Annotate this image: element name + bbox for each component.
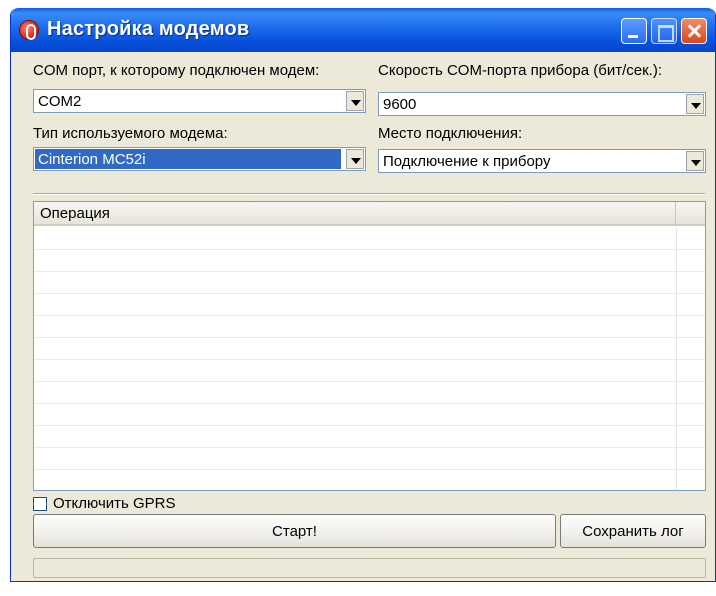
chevron-down-icon[interactable] (686, 151, 704, 171)
connection-place-label: Место подключения: (378, 125, 523, 142)
start-button[interactable]: Старт! (33, 514, 556, 548)
connection-place-value: Подключение к прибору (383, 153, 551, 170)
modem-app-icon (19, 20, 39, 40)
operations-log-list[interactable]: Операция (33, 201, 706, 491)
column-header-extra[interactable] (676, 202, 705, 226)
com-speed-value: 9600 (383, 96, 417, 113)
modem-type-value: Cinterion MC52i (35, 149, 341, 169)
connection-place-select[interactable]: Подключение к прибору (378, 149, 706, 173)
column-header-operation[interactable]: Операция (34, 202, 676, 226)
com-port-label: COM порт, к которому подключен модем: (33, 62, 320, 79)
log-rows (34, 228, 705, 490)
modem-type-select[interactable]: Cinterion MC52i (33, 147, 366, 171)
divider (33, 193, 705, 195)
disable-gprs-checkbox[interactable] (33, 497, 47, 511)
close-icon[interactable] (681, 18, 707, 44)
column-header-operation-label: Операция (40, 205, 110, 222)
log-header: Операция (34, 202, 705, 226)
chevron-down-icon[interactable] (346, 149, 364, 169)
save-log-button[interactable]: Сохранить лог (560, 514, 706, 548)
disable-gprs-label[interactable]: Отключить GPRS (53, 495, 176, 512)
minimize-icon[interactable] (621, 18, 647, 44)
chevron-down-icon[interactable] (346, 91, 364, 111)
com-port-select[interactable]: COM2 (33, 89, 366, 113)
com-port-value: COM2 (38, 93, 82, 110)
window-title: Настройка модемов (47, 18, 250, 40)
title-bar[interactable]: Настройка модемов (11, 8, 715, 52)
modem-type-label: Тип используемого модема: (33, 125, 228, 142)
chevron-down-icon[interactable] (686, 94, 704, 114)
modem-settings-window: Настройка модемов COM порт, к которому п… (10, 8, 716, 582)
maximize-icon[interactable] (651, 18, 677, 44)
com-speed-label: Скорость COM-порта прибора (бит/сек.): (378, 62, 662, 79)
com-speed-select[interactable]: 9600 (378, 92, 706, 116)
status-bar (33, 558, 706, 578)
